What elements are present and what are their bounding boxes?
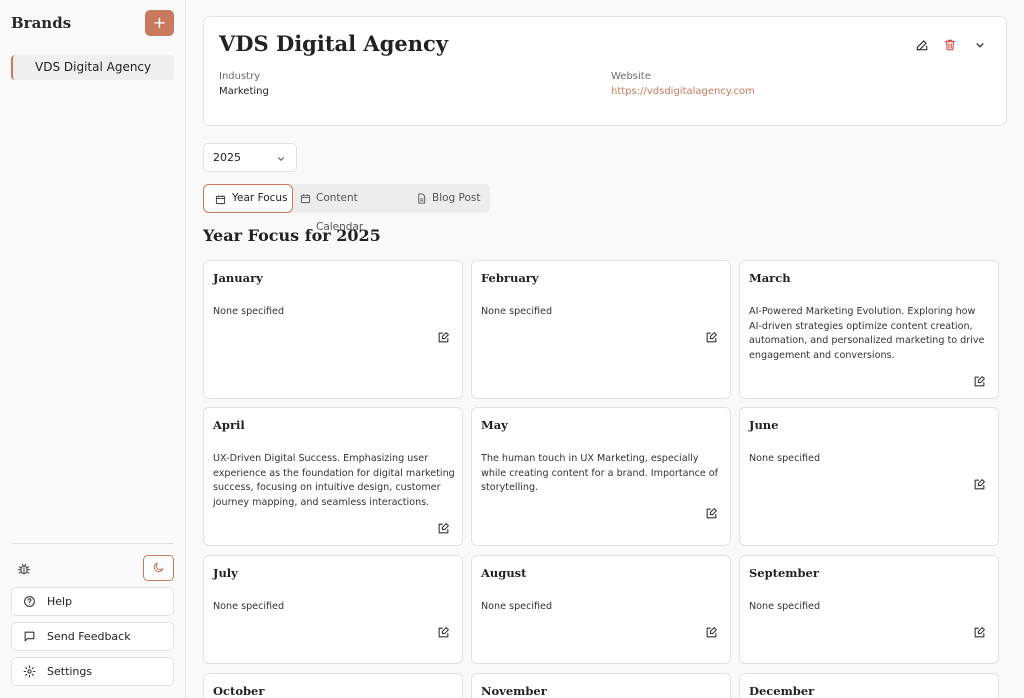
edit-icon[interactable] [705, 624, 718, 638]
add-brand-button[interactable]: + [145, 10, 174, 36]
sidebar: Brands + VDS Digital Agency Help Send Fe… [0, 0, 186, 698]
month-name: December [749, 684, 815, 698]
brand-header-card: VDS Digital Agency Industry Marketing We… [203, 16, 1007, 126]
send-feedback-label: Send Feedback [47, 630, 131, 643]
month-card-march: March AI-Powered Marketing Evolution. Ex… [739, 260, 999, 399]
tab-year-focus[interactable]: Year Focus [203, 184, 293, 213]
month-card-may: May The human touch in UX Marketing, esp… [471, 407, 731, 546]
month-focus: UX-Driven Digital Success. Emphasizing u… [213, 453, 455, 508]
chevron-down-icon [277, 157, 285, 161]
month-focus: None specified [213, 306, 285, 317]
brand-list-item[interactable]: VDS Digital Agency [11, 55, 174, 80]
theme-toggle-button[interactable] [143, 555, 174, 581]
month-card-june: June None specified [739, 407, 999, 546]
year-select[interactable]: 2025 [203, 143, 297, 172]
section-title: Year Focus for 2025 [203, 226, 381, 245]
tab-content-calendar[interactable]: Content Calendar [289, 184, 401, 233]
month-card-july: July None specified [203, 555, 463, 664]
help-button[interactable]: Help [11, 587, 174, 616]
month-name: January [213, 271, 263, 285]
edit-icon[interactable] [437, 624, 450, 638]
edit-icon[interactable] [705, 329, 718, 343]
edit-icon[interactable] [437, 520, 450, 534]
edit-icon[interactable] [973, 373, 986, 387]
calendar-icon [300, 194, 311, 204]
edit-icon[interactable] [973, 624, 986, 638]
month-card-december: December [739, 673, 999, 698]
month-focus: None specified [481, 601, 553, 612]
tab-label: Year Focus [232, 192, 288, 204]
industry-value: Marketing [219, 86, 269, 97]
moon-icon [153, 562, 164, 573]
message-icon [24, 631, 35, 642]
edit-icon[interactable] [705, 505, 718, 519]
help-circle-icon [24, 596, 35, 607]
main-content: VDS Digital Agency Industry Marketing We… [186, 0, 1024, 698]
month-name: April [213, 418, 245, 432]
gear-icon [23, 665, 36, 678]
settings-label: Settings [47, 665, 93, 678]
month-card-november: November [471, 673, 731, 698]
chevron-down-icon[interactable] [973, 37, 987, 51]
website-label: Website [611, 71, 651, 82]
month-focus: The human touch in UX Marketing, especia… [481, 453, 719, 494]
month-card-february: February None specified [471, 260, 731, 399]
month-card-september: September None specified [739, 555, 999, 664]
edit-icon[interactable] [437, 329, 450, 343]
send-feedback-button[interactable]: Send Feedback [11, 622, 174, 651]
month-name: July [213, 566, 238, 580]
month-name: August [481, 566, 527, 580]
month-name: May [481, 418, 508, 432]
help-label: Help [47, 595, 73, 608]
view-tabs: Year Focus Content Calendar Blog Post [203, 184, 490, 233]
month-card-april: April UX-Driven Digital Success. Emphasi… [203, 407, 463, 546]
month-name: February [481, 271, 539, 285]
sidebar-divider [11, 543, 174, 544]
month-focus: None specified [213, 601, 285, 612]
month-card-january: January None specified [203, 260, 463, 399]
month-focus: None specified [481, 306, 553, 317]
trash-icon[interactable] [943, 37, 957, 51]
website-link[interactable]: https://vdsdigitalagency.com [611, 86, 755, 97]
bug-icon[interactable] [17, 561, 31, 575]
month-card-october: October [203, 673, 463, 698]
brand-name: VDS Digital Agency [219, 31, 449, 56]
edit-icon[interactable] [973, 476, 986, 490]
month-card-august: August None specified [471, 555, 731, 664]
month-name: June [749, 418, 779, 432]
settings-button[interactable]: Settings [11, 657, 174, 686]
month-name: March [749, 271, 791, 285]
edit-icon[interactable] [915, 37, 929, 51]
tab-label: Blog Post [432, 192, 481, 204]
month-focus: None specified [749, 601, 821, 612]
tab-blog-post[interactable]: Blog Post [405, 184, 489, 213]
month-name: September [749, 566, 819, 580]
month-name: October [213, 684, 265, 698]
month-focus: None specified [749, 453, 821, 464]
document-icon [418, 193, 426, 204]
year-select-value: 2025 [213, 151, 241, 164]
month-focus: AI-Powered Marketing Evolution. Explorin… [749, 306, 985, 361]
industry-label: Industry [219, 71, 261, 82]
calendar-icon [215, 195, 226, 205]
sidebar-title: Brands [11, 14, 72, 32]
month-name: November [481, 684, 547, 698]
